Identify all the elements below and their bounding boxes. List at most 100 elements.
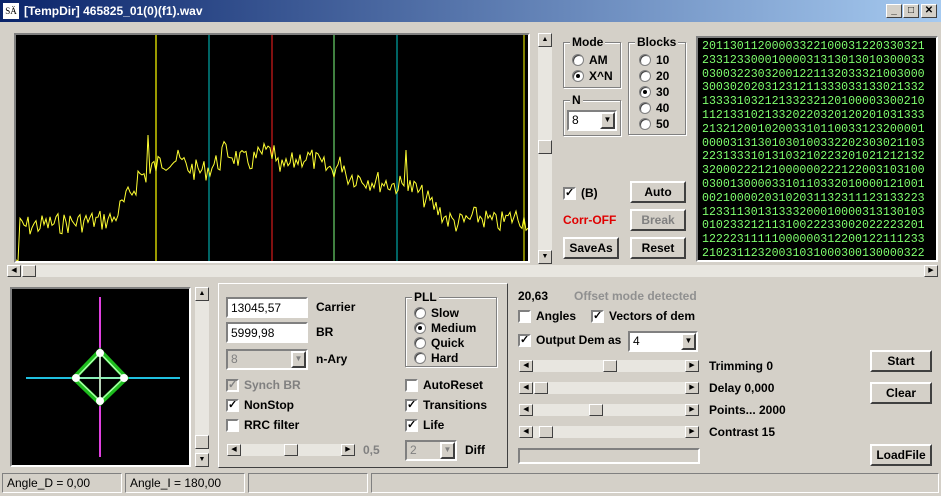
contrast-label: Contrast 15 (709, 425, 776, 439)
loadfile-button[interactable]: LoadFile (870, 444, 932, 466)
break-button[interactable]: Break (630, 209, 686, 231)
decoded-data-panel[interactable]: 20113011200003322100031220330321 2331233… (696, 36, 938, 262)
scroll-left-arrow-icon[interactable]: ◀ (227, 444, 241, 456)
scroll-right-arrow-icon[interactable]: ▶ (924, 265, 938, 277)
auto-button[interactable]: Auto (630, 181, 686, 203)
contrast-slider-thumb[interactable] (539, 426, 553, 438)
output-dem-select[interactable]: 4 ▼ (628, 331, 698, 352)
chevron-down-icon[interactable]: ▼ (291, 351, 306, 368)
spectrum-vscroll[interactable]: ▲ ▼ (538, 33, 552, 264)
blocks-40-radio[interactable]: 40 (639, 101, 669, 115)
status-angle-i: Angle_I = 180,00 (125, 473, 245, 493)
delay-slider-thumb[interactable] (534, 382, 548, 394)
contrast-slider[interactable]: ◀ ▶ (518, 425, 700, 439)
scroll-left-arrow-icon[interactable]: ◀ (519, 382, 533, 394)
scroll-right-arrow-icon[interactable]: ▶ (685, 404, 699, 416)
trimming-slider[interactable]: ◀ ▶ (518, 359, 700, 373)
chevron-down-icon[interactable]: ▼ (681, 333, 696, 350)
checkbox-box: ✓ (518, 333, 531, 347)
blocks-30-radio[interactable]: 30 (639, 85, 669, 99)
checkbox-box: ✓ (226, 378, 239, 392)
blocks-10-radio[interactable]: 10 (639, 53, 669, 67)
status-empty-2 (371, 473, 939, 493)
output-dem-checkbox[interactable]: ✓ Output Dem as (518, 333, 621, 347)
spectrum-hscroll[interactable]: ◀ ▶ (6, 264, 939, 278)
pll-group: PLL Slow Medium Quick Hard (405, 290, 497, 367)
reset-button[interactable]: Reset (630, 237, 686, 259)
scroll-left-arrow-icon[interactable]: ◀ (519, 426, 533, 438)
mode-group: Mode AM X^N (563, 35, 621, 88)
blocks-20-radio[interactable]: 20 (639, 69, 669, 83)
angles-checkbox[interactable]: Angles (518, 309, 576, 323)
pll-hard-radio[interactable]: Hard (414, 351, 458, 365)
points-slider[interactable]: ◀ ▶ (518, 403, 700, 417)
constellation-display (10, 287, 191, 467)
close-button[interactable]: ✕ (921, 4, 937, 18)
radio-dot (639, 102, 651, 114)
points-slider-thumb[interactable] (589, 404, 603, 416)
scroll-left-arrow-icon[interactable]: ◀ (519, 404, 533, 416)
maximize-button[interactable]: □ (903, 4, 919, 18)
spectrum-plot (16, 35, 528, 261)
rrc-slider-thumb[interactable] (284, 444, 298, 456)
checkbox-box (405, 378, 418, 392)
saveas-button[interactable]: SaveAs (563, 237, 619, 259)
scroll-right-arrow-icon[interactable]: ▶ (685, 382, 699, 394)
spectrum-display[interactable] (14, 33, 530, 263)
n-select[interactable]: 8 ▼ (567, 110, 617, 131)
spectrum-hscroll-thumb[interactable] (22, 265, 36, 277)
blocks-50-radio[interactable]: 50 (639, 117, 669, 131)
checkbox-box: ✓ (405, 418, 418, 432)
pll-medium-radio[interactable]: Medium (414, 321, 476, 335)
constellation-point (120, 374, 128, 382)
scroll-right-arrow-icon[interactable]: ▶ (341, 444, 355, 456)
chevron-down-icon[interactable]: ▼ (600, 112, 615, 129)
status-empty-1 (248, 473, 368, 493)
spectrum-vscroll-thumb[interactable] (538, 140, 552, 154)
synch-br-checkbox[interactable]: ✓ Synch BR (226, 378, 301, 392)
constellation-vscroll[interactable]: ▲ ▼ (195, 287, 209, 467)
autoreset-checkbox[interactable]: AutoReset (405, 378, 483, 392)
scroll-up-arrow-icon[interactable]: ▲ (195, 287, 209, 301)
mode-am-radio[interactable]: AM (572, 53, 608, 67)
title-bar: SÄ [TempDir] 465825_01(0)(f1).wav _ □ ✕ (0, 0, 941, 22)
delay-slider[interactable]: ◀ ▶ (518, 381, 700, 395)
radio-dot (414, 307, 426, 319)
scroll-left-arrow-icon[interactable]: ◀ (519, 360, 533, 372)
transitions-checkbox[interactable]: ✓ Transitions (405, 398, 487, 412)
corr-status: Corr-OFF (563, 213, 617, 227)
radio-dot (639, 70, 651, 82)
trimming-label: Trimming 0 (709, 359, 774, 373)
clear-button[interactable]: Clear (870, 382, 932, 404)
checkbox-box: ✓ (405, 398, 418, 412)
nary-select[interactable]: 8 ▼ (226, 349, 308, 370)
life-checkbox[interactable]: ✓ Life (405, 418, 444, 432)
rrc-slider[interactable]: ◀ ▶ (226, 443, 356, 457)
start-button[interactable]: Start (870, 350, 932, 372)
rrc-filter-checkbox[interactable]: RRC filter (226, 418, 299, 432)
trimming-slider-thumb[interactable] (603, 360, 617, 372)
mode-xn-radio[interactable]: X^N (572, 69, 613, 83)
checkbox-box (518, 309, 531, 323)
pll-quick-radio[interactable]: Quick (414, 336, 464, 350)
nonstop-checkbox[interactable]: ✓ NonStop (226, 398, 294, 412)
carrier-input[interactable]: 13045,57 (226, 297, 308, 318)
blocks-group: Blocks 10 20 30 40 50 (628, 35, 686, 135)
pll-group-label: PLL (412, 290, 439, 304)
diff-select[interactable]: 2 ▼ (405, 440, 457, 461)
radio-dot (572, 70, 584, 82)
br-input[interactable]: 5999,98 (226, 322, 308, 343)
pll-slow-radio[interactable]: Slow (414, 306, 459, 320)
minimize-button[interactable]: _ (886, 4, 902, 18)
scroll-right-arrow-icon[interactable]: ▶ (685, 360, 699, 372)
scroll-left-arrow-icon[interactable]: ◀ (7, 265, 21, 277)
constellation-vscroll-thumb[interactable] (195, 435, 209, 449)
scroll-down-arrow-icon[interactable]: ▼ (195, 453, 209, 467)
chevron-down-icon[interactable]: ▼ (440, 442, 455, 459)
vectors-of-dem-checkbox[interactable]: ✓ Vectors of dem (591, 309, 695, 323)
scroll-right-arrow-icon[interactable]: ▶ (685, 426, 699, 438)
b-checkbox[interactable]: ✓ (B) (563, 186, 598, 200)
radio-dot (414, 322, 426, 334)
scroll-up-arrow-icon[interactable]: ▲ (538, 33, 552, 47)
scroll-down-arrow-icon[interactable]: ▼ (538, 250, 552, 264)
